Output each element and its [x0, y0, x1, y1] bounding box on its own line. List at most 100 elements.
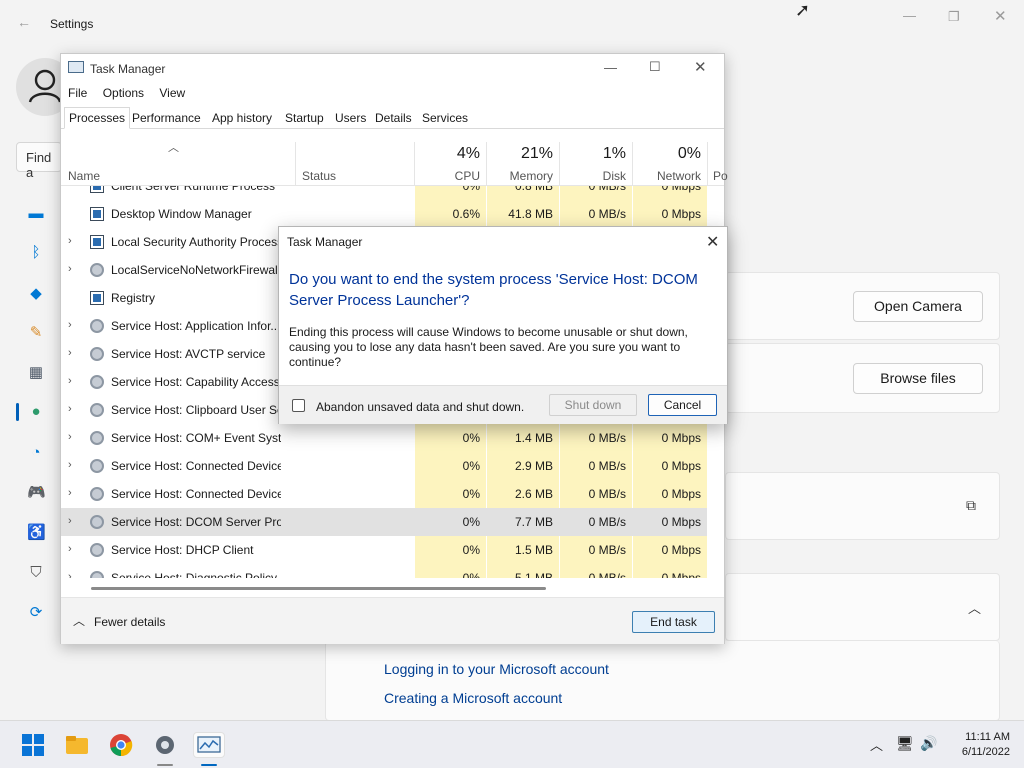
col-power-header[interactable]: Po: [708, 142, 728, 186]
tm-minimize-icon[interactable]: —: [604, 60, 617, 75]
process-mem-value: 41.8 MB: [508, 207, 553, 221]
browse-files-button[interactable]: Browse files: [853, 363, 983, 394]
process-disk-value: 0 MB/s: [588, 543, 626, 557]
menu-options[interactable]: Options: [103, 86, 144, 100]
expand-chevron-icon[interactable]: ›: [68, 375, 72, 387]
network-icon[interactable]: ◆: [27, 285, 45, 303]
service-gear-icon: [90, 319, 104, 333]
abandon-checkbox-label[interactable]: Abandon unsaved data and shut down.: [316, 400, 524, 414]
network-status-icon[interactable]: 🖥: [896, 735, 914, 752]
process-net-value: 0 Mbps: [661, 431, 701, 445]
settings-title: Settings: [50, 17, 94, 31]
process-window-icon: [90, 186, 104, 193]
process-name: Registry: [111, 291, 156, 305]
process-row[interactable]: Desktop Window Manager 0.6% 41.8 MB 0 MB/s 0…: [61, 200, 707, 228]
process-row[interactable]: › Service Host: COM+ Event Syste... 0% 1.4 …: [61, 424, 707, 452]
dialog-close-icon[interactable]: ✕: [706, 232, 719, 252]
menu-file[interactable]: File: [68, 86, 87, 100]
help-link-create[interactable]: Creating a Microsoft account: [384, 690, 562, 706]
process-name: Client Server Runtime Process: [111, 186, 276, 193]
restore-icon[interactable]: ❐: [948, 9, 960, 25]
tab-processes[interactable]: Processes: [64, 107, 131, 129]
expand-chevron-icon[interactable]: ›: [68, 431, 72, 443]
find-setting-input[interactable]: Find a: [16, 142, 62, 180]
process-row[interactable]: › Service Host: Diagnostic Policy 0% 5.1 MB…: [61, 564, 707, 578]
time-language-icon[interactable]: ◔: [27, 444, 45, 462]
tm-maximize-icon[interactable]: ☐: [649, 59, 661, 75]
expand-chevron-icon[interactable]: ›: [68, 515, 72, 527]
process-cpu-value: 0%: [462, 571, 480, 578]
memory-total: 21%: [520, 145, 553, 162]
process-row[interactable]: › Service Host: DCOM Server Proc... 0% 7.7 …: [61, 508, 707, 536]
volume-icon[interactable]: 🔊: [920, 735, 937, 752]
process-row[interactable]: Client Server Runtime Process 0% 0.8 MB 0 M…: [61, 186, 707, 200]
process-mem-value: 1.4 MB: [514, 431, 553, 445]
tab-app-history[interactable]: App history: [207, 107, 277, 129]
chevron-up-icon[interactable]: ︿: [968, 598, 981, 617]
col-disk-header[interactable]: 1% Disk: [560, 142, 633, 186]
col-status-header[interactable]: Status: [296, 142, 415, 186]
task-manager-taskbar-icon[interactable]: [193, 732, 225, 758]
process-disk-value: 0 MB/s: [588, 431, 626, 445]
expand-chevron-icon[interactable]: ›: [68, 347, 72, 359]
expand-chevron-icon[interactable]: ›: [68, 263, 72, 275]
file-explorer-icon[interactable]: [64, 732, 90, 758]
col-network-header[interactable]: 0% Network: [633, 142, 708, 186]
tab-services[interactable]: Services: [417, 107, 473, 129]
fewer-details-link[interactable]: Fewer details: [94, 615, 165, 629]
chevron-up-icon[interactable]: ︿: [73, 612, 85, 629]
expand-chevron-icon[interactable]: ›: [68, 571, 72, 578]
apps-icon[interactable]: ▦: [27, 364, 45, 382]
settings-gear-icon[interactable]: [152, 732, 178, 758]
network-total: 0%: [677, 145, 701, 162]
start-icon[interactable]: [20, 732, 46, 758]
expand-chevron-icon[interactable]: ›: [68, 459, 72, 471]
col-name-header[interactable]: Name: [61, 142, 296, 186]
tab-details[interactable]: Details: [370, 107, 417, 129]
help-link-login[interactable]: Logging in to your Microsoft account: [384, 661, 609, 677]
menu-view[interactable]: View: [159, 86, 185, 100]
horizontal-scrollbar[interactable]: [91, 587, 546, 590]
clock-date: 6/11/2022: [961, 746, 1010, 758]
process-row[interactable]: › Service Host: DHCP Client 0% 1.5 MB 0 MB/s…: [61, 536, 707, 564]
expand-chevron-icon[interactable]: ›: [68, 543, 72, 555]
minimize-icon[interactable]: —: [903, 8, 916, 23]
accessibility-icon[interactable]: ♿: [27, 524, 46, 542]
help-card-header[interactable]: [725, 573, 1000, 641]
back-arrow-icon[interactable]: ←: [17, 14, 31, 30]
expand-chevron-icon[interactable]: ›: [68, 319, 72, 331]
process-row[interactable]: › Service Host: Connected Device... 0% 2.9 …: [61, 452, 707, 480]
gaming-icon[interactable]: 🎮: [27, 484, 46, 502]
process-row[interactable]: › Service Host: Connected Device... 0% 2.6 …: [61, 480, 707, 508]
expand-chevron-icon[interactable]: ›: [68, 487, 72, 499]
process-disk-value: 0 MB/s: [588, 487, 626, 501]
expand-chevron-icon[interactable]: ›: [68, 403, 72, 415]
end-task-button[interactable]: End task: [632, 611, 715, 633]
cancel-button[interactable]: Cancel: [648, 394, 717, 416]
expand-chevron-icon[interactable]: ›: [68, 235, 72, 247]
windows-update-icon[interactable]: ⟳: [27, 604, 45, 622]
tm-footer: ︿ Fewer details End task: [61, 597, 724, 644]
tab-performance[interactable]: Performance: [127, 107, 206, 129]
bluetooth-icon[interactable]: ᛒ: [27, 244, 45, 262]
shutdown-button[interactable]: Shut down: [549, 394, 637, 416]
col-cpu-header[interactable]: 4% CPU: [415, 142, 487, 186]
open-camera-button[interactable]: Open Camera: [853, 291, 983, 322]
related-card[interactable]: [725, 472, 1000, 540]
accounts-icon[interactable]: ●: [27, 403, 45, 421]
service-gear-icon: [90, 431, 104, 445]
clock[interactable]: 11:11 AM 6/11/2022: [950, 730, 1010, 760]
abandon-checkbox[interactable]: [292, 399, 305, 412]
personalization-icon[interactable]: ✎: [27, 324, 45, 342]
tab-users[interactable]: Users: [330, 107, 371, 129]
col-memory-header[interactable]: 21% Memory: [487, 142, 560, 186]
system-icon[interactable]: ▬: [27, 205, 45, 223]
show-hidden-icons-chevron-icon[interactable]: ︿: [870, 735, 883, 754]
open-external-icon[interactable]: ⧉: [966, 497, 976, 514]
tm-close-icon[interactable]: ✕: [694, 58, 707, 76]
close-icon[interactable]: ✕: [994, 7, 1007, 25]
privacy-shield-icon[interactable]: ⛉: [27, 564, 45, 582]
dialog-message: Ending this process will cause Windows t…: [289, 325, 688, 369]
chrome-icon[interactable]: [108, 732, 134, 758]
tab-startup[interactable]: Startup: [280, 107, 329, 129]
